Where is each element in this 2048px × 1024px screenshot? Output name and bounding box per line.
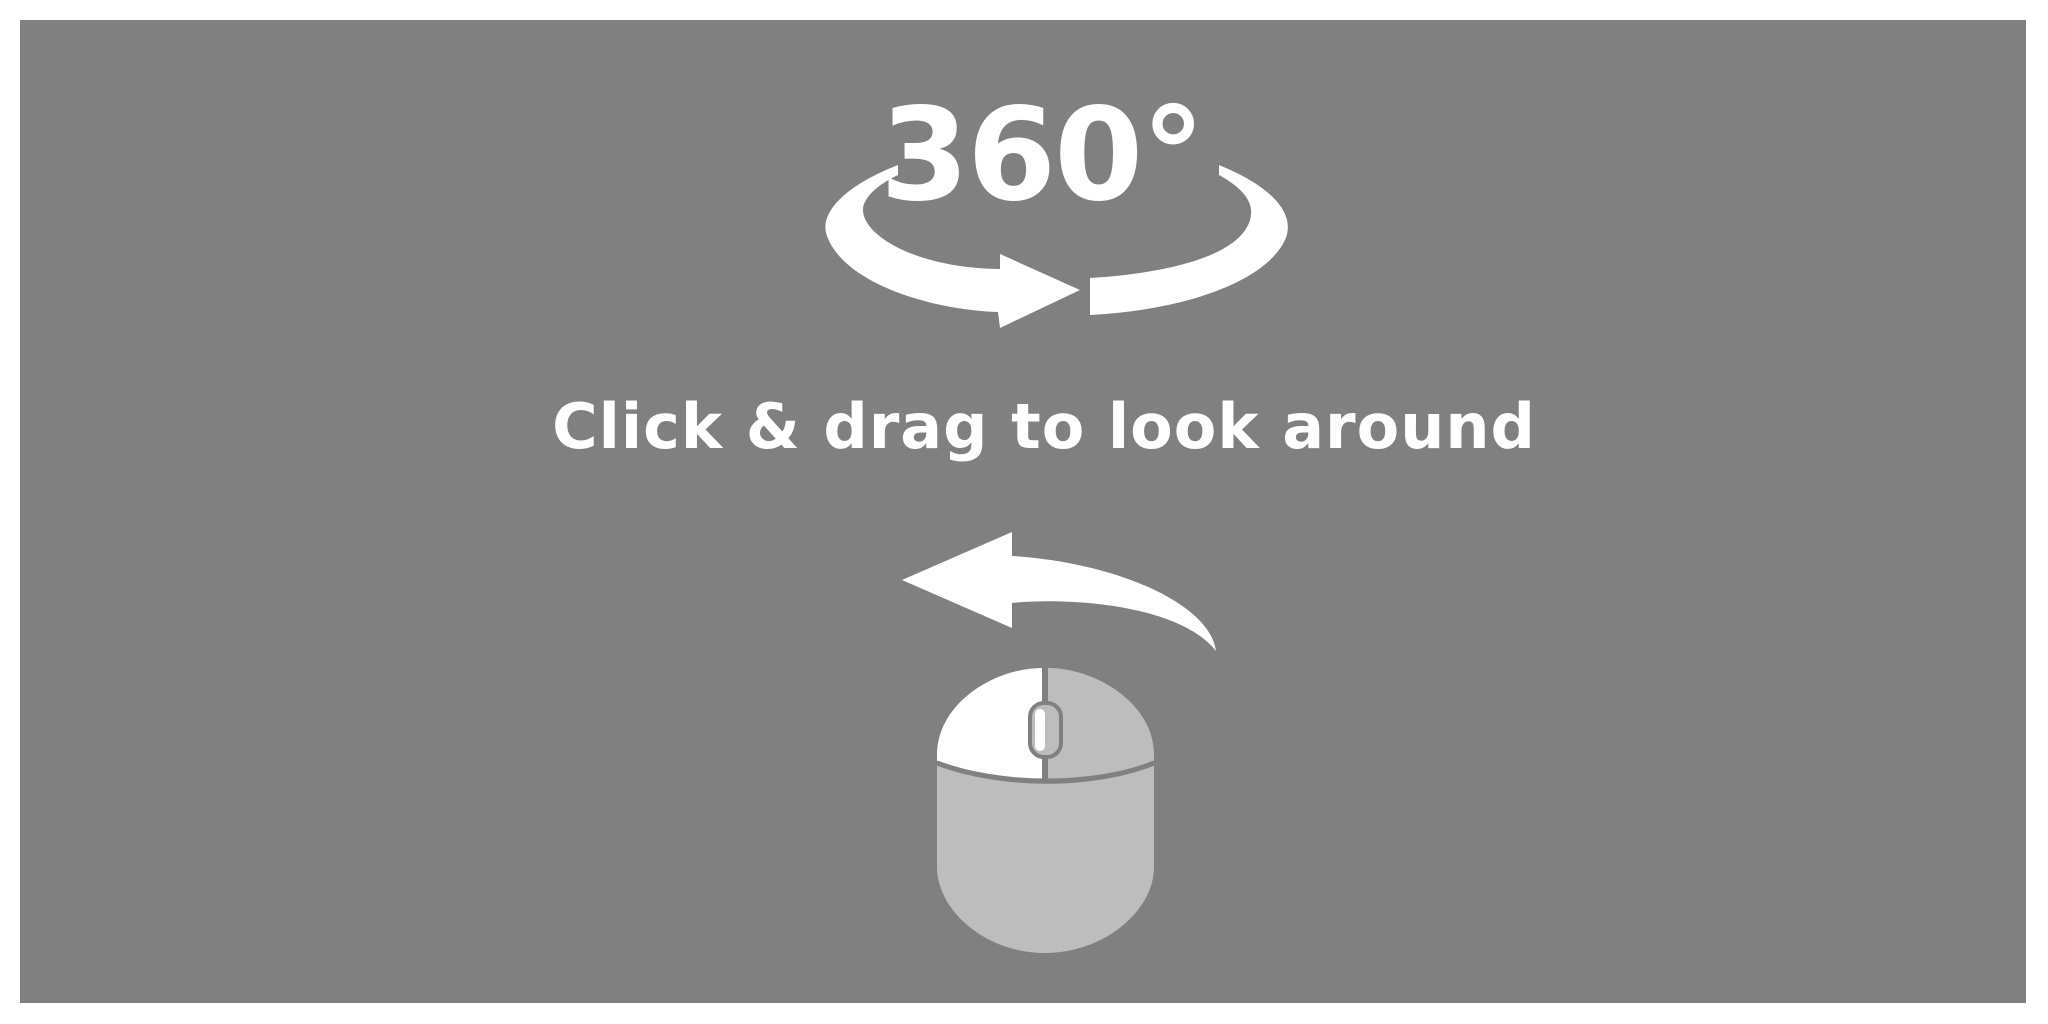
instruction-text: Click & drag to look around	[552, 390, 1536, 463]
viewer-overlay[interactable]: 360° Click & drag to look around	[20, 20, 2026, 1003]
mouse-body	[937, 765, 1154, 953]
degree-label: 360°	[880, 81, 1205, 230]
mouse-scroll-wheel	[1028, 701, 1063, 759]
drag-arrow	[902, 532, 1216, 651]
mouse-right-button	[1048, 668, 1154, 782]
mouse-left-drag-icon	[880, 525, 1230, 965]
mouse-left-button	[937, 668, 1042, 782]
